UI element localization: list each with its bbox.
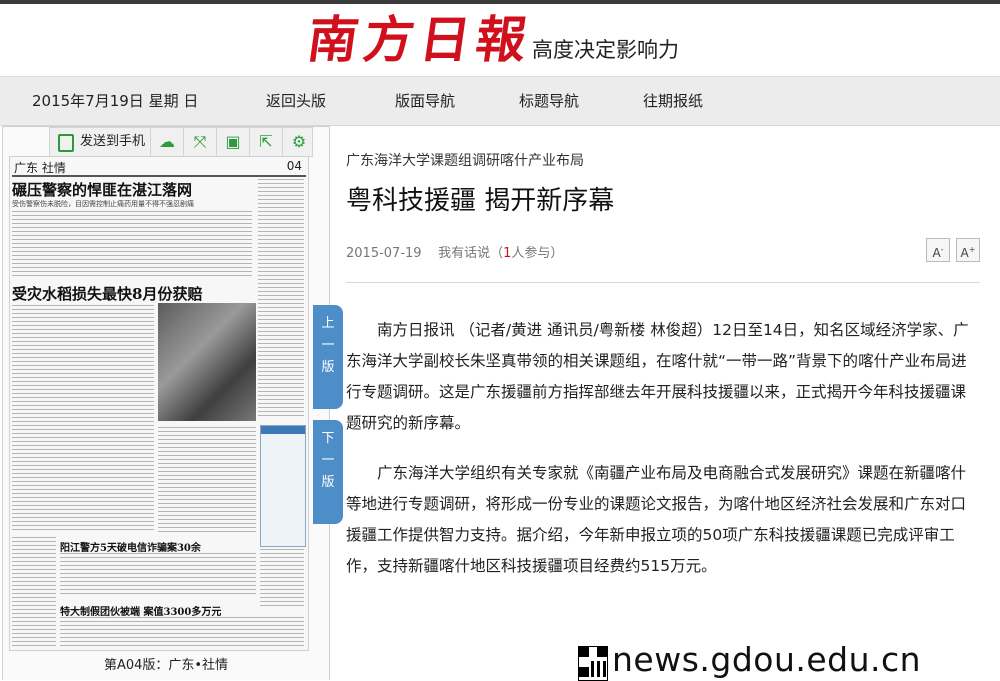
paper-text-block (158, 427, 256, 533)
watermark: news.gdou.edu.cn (612, 640, 922, 679)
masthead: 南方日報 高度决定影响力 (0, 4, 1000, 76)
send-to-phone-button[interactable]: 发送到手机 (50, 128, 151, 156)
article-divider (346, 282, 980, 283)
article-kicker: 广东海洋大学课题组调研喀什产业布局 (346, 153, 584, 169)
prev-char: 版 (321, 360, 335, 375)
paper-text-block (260, 549, 304, 609)
page-preview-panel: 发送到手机 ☁ ⤧ ▣ ⇱ ⚙ 广东 社情 04 碾压警察的悍匪在湛江落网 受伤… (2, 126, 330, 680)
paper-headline[interactable]: 碾压警察的悍匪在湛江落网 (12, 179, 192, 200)
font-smaller-label: A (932, 246, 941, 260)
paper-headline[interactable]: 受灾水稻损失最快8月份获赔 (12, 283, 202, 304)
issue-date: 2015年7月19日 星期 日 (32, 92, 199, 110)
slogan: 高度决定影响力 (532, 38, 679, 62)
top-navbar: 2015年7月19日 星期 日 返回头版 版面导航 标题导航 往期报纸 (0, 76, 1000, 126)
paper-headline[interactable]: 特大制假团伙被端 案值3300多万元 (60, 603, 221, 618)
paper-subheadline: 受伤警察伤未脱险，目因需控制止痛药用量不得不强忍剧痛 (12, 200, 194, 208)
gear-icon[interactable]: ⚙ (283, 128, 315, 156)
paper-sidebar-box (260, 425, 306, 547)
newspaper-page-thumbnail[interactable]: 广东 社情 04 碾压警察的悍匪在湛江落网 受伤警察伤未脱险，目因需控制止痛药用… (9, 156, 309, 651)
font-smaller-button[interactable]: A- (926, 238, 950, 262)
article-title: 粤科技援疆 揭开新序幕 (346, 186, 615, 216)
nav-past-issues[interactable]: 往期报纸 (643, 77, 703, 125)
paper-text-block (12, 305, 154, 533)
paper-headline[interactable]: 阳江警方5天破电信诈骗案30余 (60, 539, 201, 554)
prev-char: 一 (321, 338, 335, 353)
send-to-phone-label: 发送到手机 (80, 134, 146, 149)
article-date: 2015-07-19 (346, 246, 422, 261)
article-meta: 2015-07-19 我有话说（1人参与） (346, 242, 563, 261)
expand-icon[interactable]: ⤧ (184, 128, 217, 156)
comment-prefix: 我有话说（ (438, 246, 504, 261)
next-char: 下 (321, 431, 335, 446)
comment-suffix: 人参与） (511, 246, 564, 261)
page-caption: 第A04版：广东•社情 (103, 658, 229, 673)
preview-toolbar: 发送到手机 ☁ ⤧ ▣ ⇱ ⚙ (49, 127, 313, 157)
next-char: 一 (321, 453, 335, 468)
save-icon[interactable]: ▣ (217, 128, 250, 156)
paper-text-block (258, 179, 304, 419)
share-icon[interactable]: ⇱ (250, 128, 283, 156)
comment-link[interactable]: 我有话说（1人参与） (438, 246, 563, 261)
newspaper-logo[interactable]: 南方日報 (304, 10, 536, 70)
nav-back-to-front[interactable]: 返回头版 (266, 77, 326, 125)
paper-section-label: 广东 社情 (14, 161, 66, 175)
article-paragraph: 南方日报讯 （记者/黄进 通讯员/粤新楼 林俊超）12日至14日，知名区域经济学… (346, 321, 969, 432)
next-page-button[interactable]: 下 一 版 (313, 420, 343, 524)
paper-text-block (60, 617, 304, 647)
paper-text-block (60, 553, 256, 597)
nav-page-navigation[interactable]: 版面导航 (395, 77, 455, 125)
font-larger-button[interactable]: A+ (956, 238, 980, 262)
paper-text-block (12, 537, 56, 647)
paper-text-block (12, 211, 252, 277)
paper-page-number: 04 (286, 159, 302, 173)
article-paragraph: 广东海洋大学组织有关专家就《南疆产业布局及电商融合式发展研究》课题在新疆喀什等地… (346, 464, 967, 575)
paper-photo (158, 303, 256, 421)
font-larger-label: A (960, 246, 969, 260)
prev-char: 上 (321, 316, 335, 331)
previous-page-button[interactable]: 上 一 版 (313, 305, 343, 409)
cloud-icon[interactable]: ☁ (151, 128, 184, 156)
phone-icon (58, 134, 74, 152)
qr-code (578, 646, 608, 681)
paper-page-header: 广东 社情 04 (12, 159, 306, 177)
next-char: 版 (321, 475, 335, 490)
nav-title-navigation[interactable]: 标题导航 (519, 77, 579, 125)
